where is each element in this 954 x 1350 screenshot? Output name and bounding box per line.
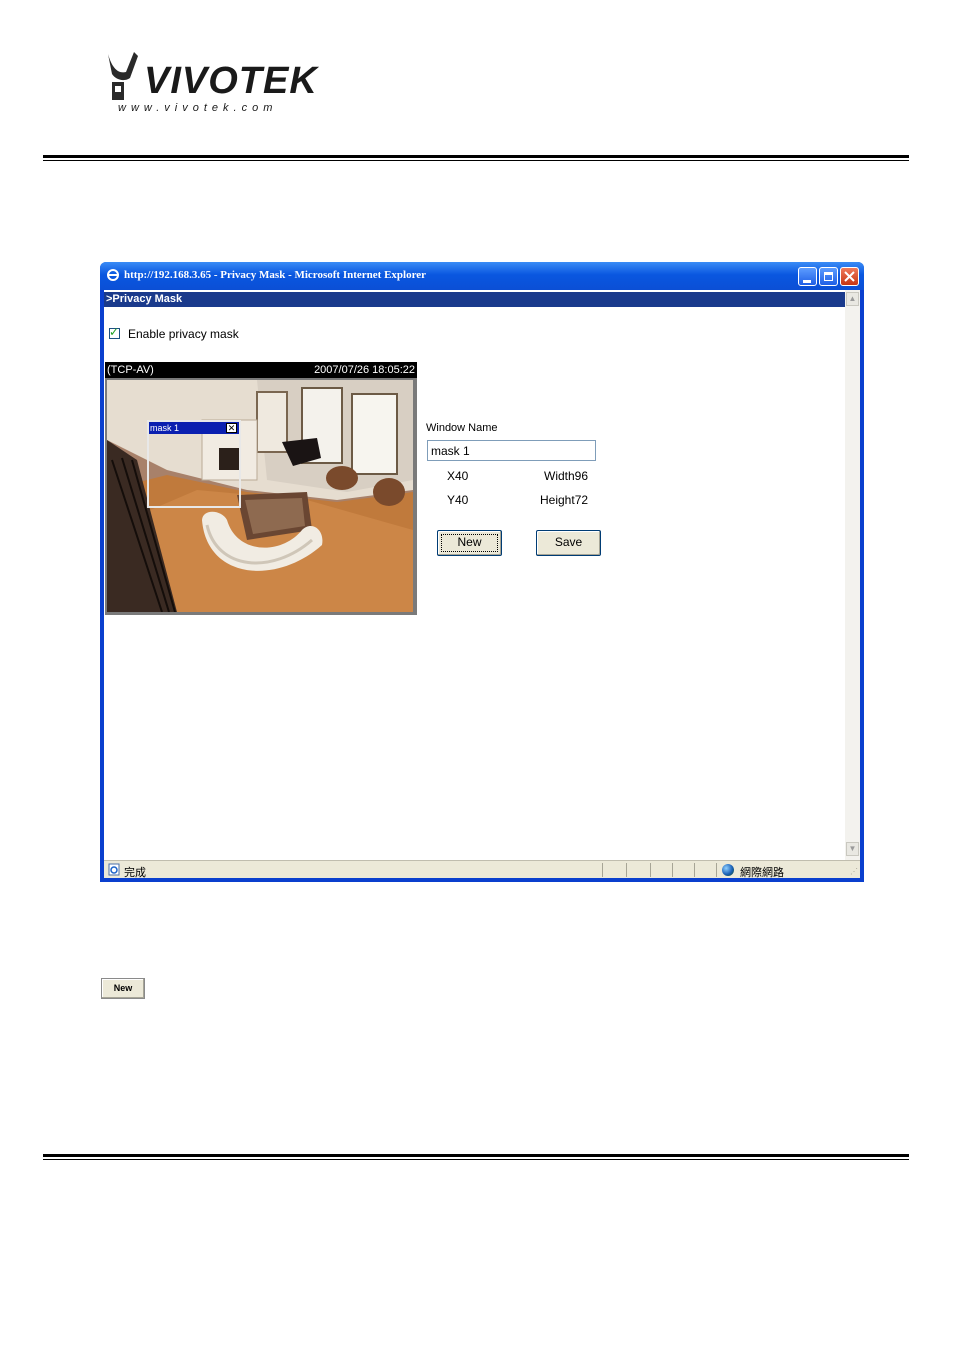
status-bar: 完成 網際網路 ⋰	[104, 860, 860, 879]
privacy-mask-window[interactable]: mask 1 ✕	[147, 420, 241, 508]
maximize-icon	[824, 272, 833, 281]
scroll-up-icon[interactable]: ▲	[846, 292, 859, 306]
enable-privacy-mask-checkbox[interactable]: ✓	[109, 325, 120, 339]
internet-zone-icon	[722, 864, 734, 876]
save-button-label: Save	[554, 535, 583, 549]
vivotek-logo: VIVOTEK www.vivotek.com	[104, 48, 317, 118]
window-name-input[interactable]	[427, 440, 596, 461]
new-mask-button[interactable]: New	[437, 530, 502, 556]
mask-y-value: Y40	[447, 493, 469, 507]
zone-text: 網際網路	[740, 867, 784, 879]
mask-width-value: Width96	[544, 469, 589, 483]
close-window-button[interactable]	[840, 267, 859, 286]
focus-ring	[441, 534, 498, 552]
save-button[interactable]: Save	[536, 530, 601, 556]
video-timestamp: 2007/07/26 18:05:22	[314, 364, 415, 376]
header-rule	[43, 155, 909, 161]
video-view: (TCP-AV) 2007/07/26 18:05:22 mask 1 ✕	[105, 362, 417, 615]
browser-title: http://192.168.3.65 - Privacy Mask - Mic…	[124, 269, 427, 281]
status-divider	[694, 863, 695, 877]
browser-content: >Privacy Mask ▲ ▼ ✓ Enable privacy mask …	[104, 290, 860, 860]
resize-grip-icon[interactable]: ⋰	[850, 867, 858, 876]
checkmark-icon: ✓	[109, 325, 120, 339]
logo-wordmark: VIVOTEK	[144, 60, 318, 102]
mask-height-value: Height72	[540, 493, 589, 507]
maximize-button[interactable]	[819, 267, 838, 286]
minimize-icon	[803, 280, 811, 283]
close-icon	[844, 271, 855, 282]
vertical-scrollbar[interactable]: ▲ ▼	[845, 290, 860, 860]
stream-label: (TCP-AV)	[107, 364, 154, 376]
logo-url: www.vivotek.com	[118, 102, 278, 114]
status-text: 完成	[124, 867, 146, 879]
footer-rule	[43, 1154, 909, 1160]
page-title: >Privacy Mask	[104, 292, 845, 307]
camera-logo-icon	[108, 52, 138, 100]
video-caption-bar: (TCP-AV) 2007/07/26 18:05:22	[105, 362, 417, 378]
status-divider	[672, 863, 673, 877]
status-divider	[626, 863, 627, 877]
ie-logo-icon	[107, 269, 119, 281]
window-name-label: Window Name	[426, 422, 498, 434]
status-divider	[602, 863, 603, 877]
mask-x-value: X40	[447, 469, 469, 483]
page-icon	[108, 863, 120, 876]
status-divider	[650, 863, 651, 877]
camera-image[interactable]: mask 1 ✕	[107, 380, 413, 612]
scroll-down-icon[interactable]: ▼	[846, 842, 859, 856]
enable-privacy-mask-label[interactable]: Enable privacy mask	[128, 327, 239, 341]
mask-close-icon[interactable]: ✕	[226, 423, 237, 433]
browser-titlebar[interactable]: http://192.168.3.65 - Privacy Mask - Mic…	[100, 262, 864, 290]
minimize-button[interactable]	[798, 267, 817, 286]
status-divider	[716, 863, 717, 877]
browser-window: http://192.168.3.65 - Privacy Mask - Mic…	[100, 262, 864, 882]
new-button-illustration: New	[101, 978, 145, 999]
